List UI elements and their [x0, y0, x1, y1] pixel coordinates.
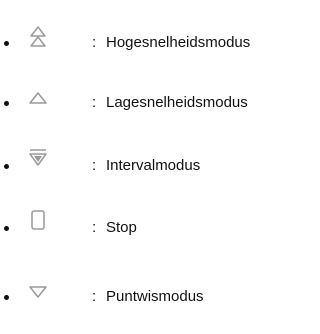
- mode-label: Puntwismodus: [106, 288, 204, 305]
- separator: :: [92, 288, 97, 305]
- legend-item-high-speed: : Hogesnelheidsmodus: [0, 25, 308, 58]
- legend-item-interval: : Intervalmodus: [0, 149, 308, 181]
- bullet: [4, 164, 9, 169]
- mode-legend-list: : Hogesnelheidsmodus : Lagesnelheidsmodu…: [0, 0, 308, 334]
- mode-label: Stop: [106, 219, 137, 236]
- legend-item-point-wipe: : Puntwismodus: [0, 282, 308, 312]
- legend-item-low-speed: : Lagesnelheidsmodus: [0, 88, 308, 118]
- bullet: [4, 101, 9, 106]
- separator: :: [92, 34, 97, 51]
- mode-label: Hogesnelheidsmodus: [106, 34, 251, 51]
- triangle-down-bar-icon: [28, 146, 48, 172]
- legend-item-stop: : Stop: [0, 210, 308, 243]
- mode-label: Lagesnelheidsmodus: [106, 94, 248, 111]
- double-triangle-up-icon: [28, 25, 48, 51]
- bullet: [4, 295, 9, 300]
- separator: :: [92, 157, 97, 174]
- triangle-down-icon: [28, 280, 48, 306]
- triangle-up-icon: [28, 86, 48, 112]
- separator: :: [92, 94, 97, 111]
- separator: :: [92, 219, 97, 236]
- bullet: [4, 226, 9, 231]
- bullet: [4, 41, 9, 46]
- rounded-rectangle-icon: [28, 207, 48, 233]
- mode-label: Intervalmodus: [106, 157, 201, 174]
